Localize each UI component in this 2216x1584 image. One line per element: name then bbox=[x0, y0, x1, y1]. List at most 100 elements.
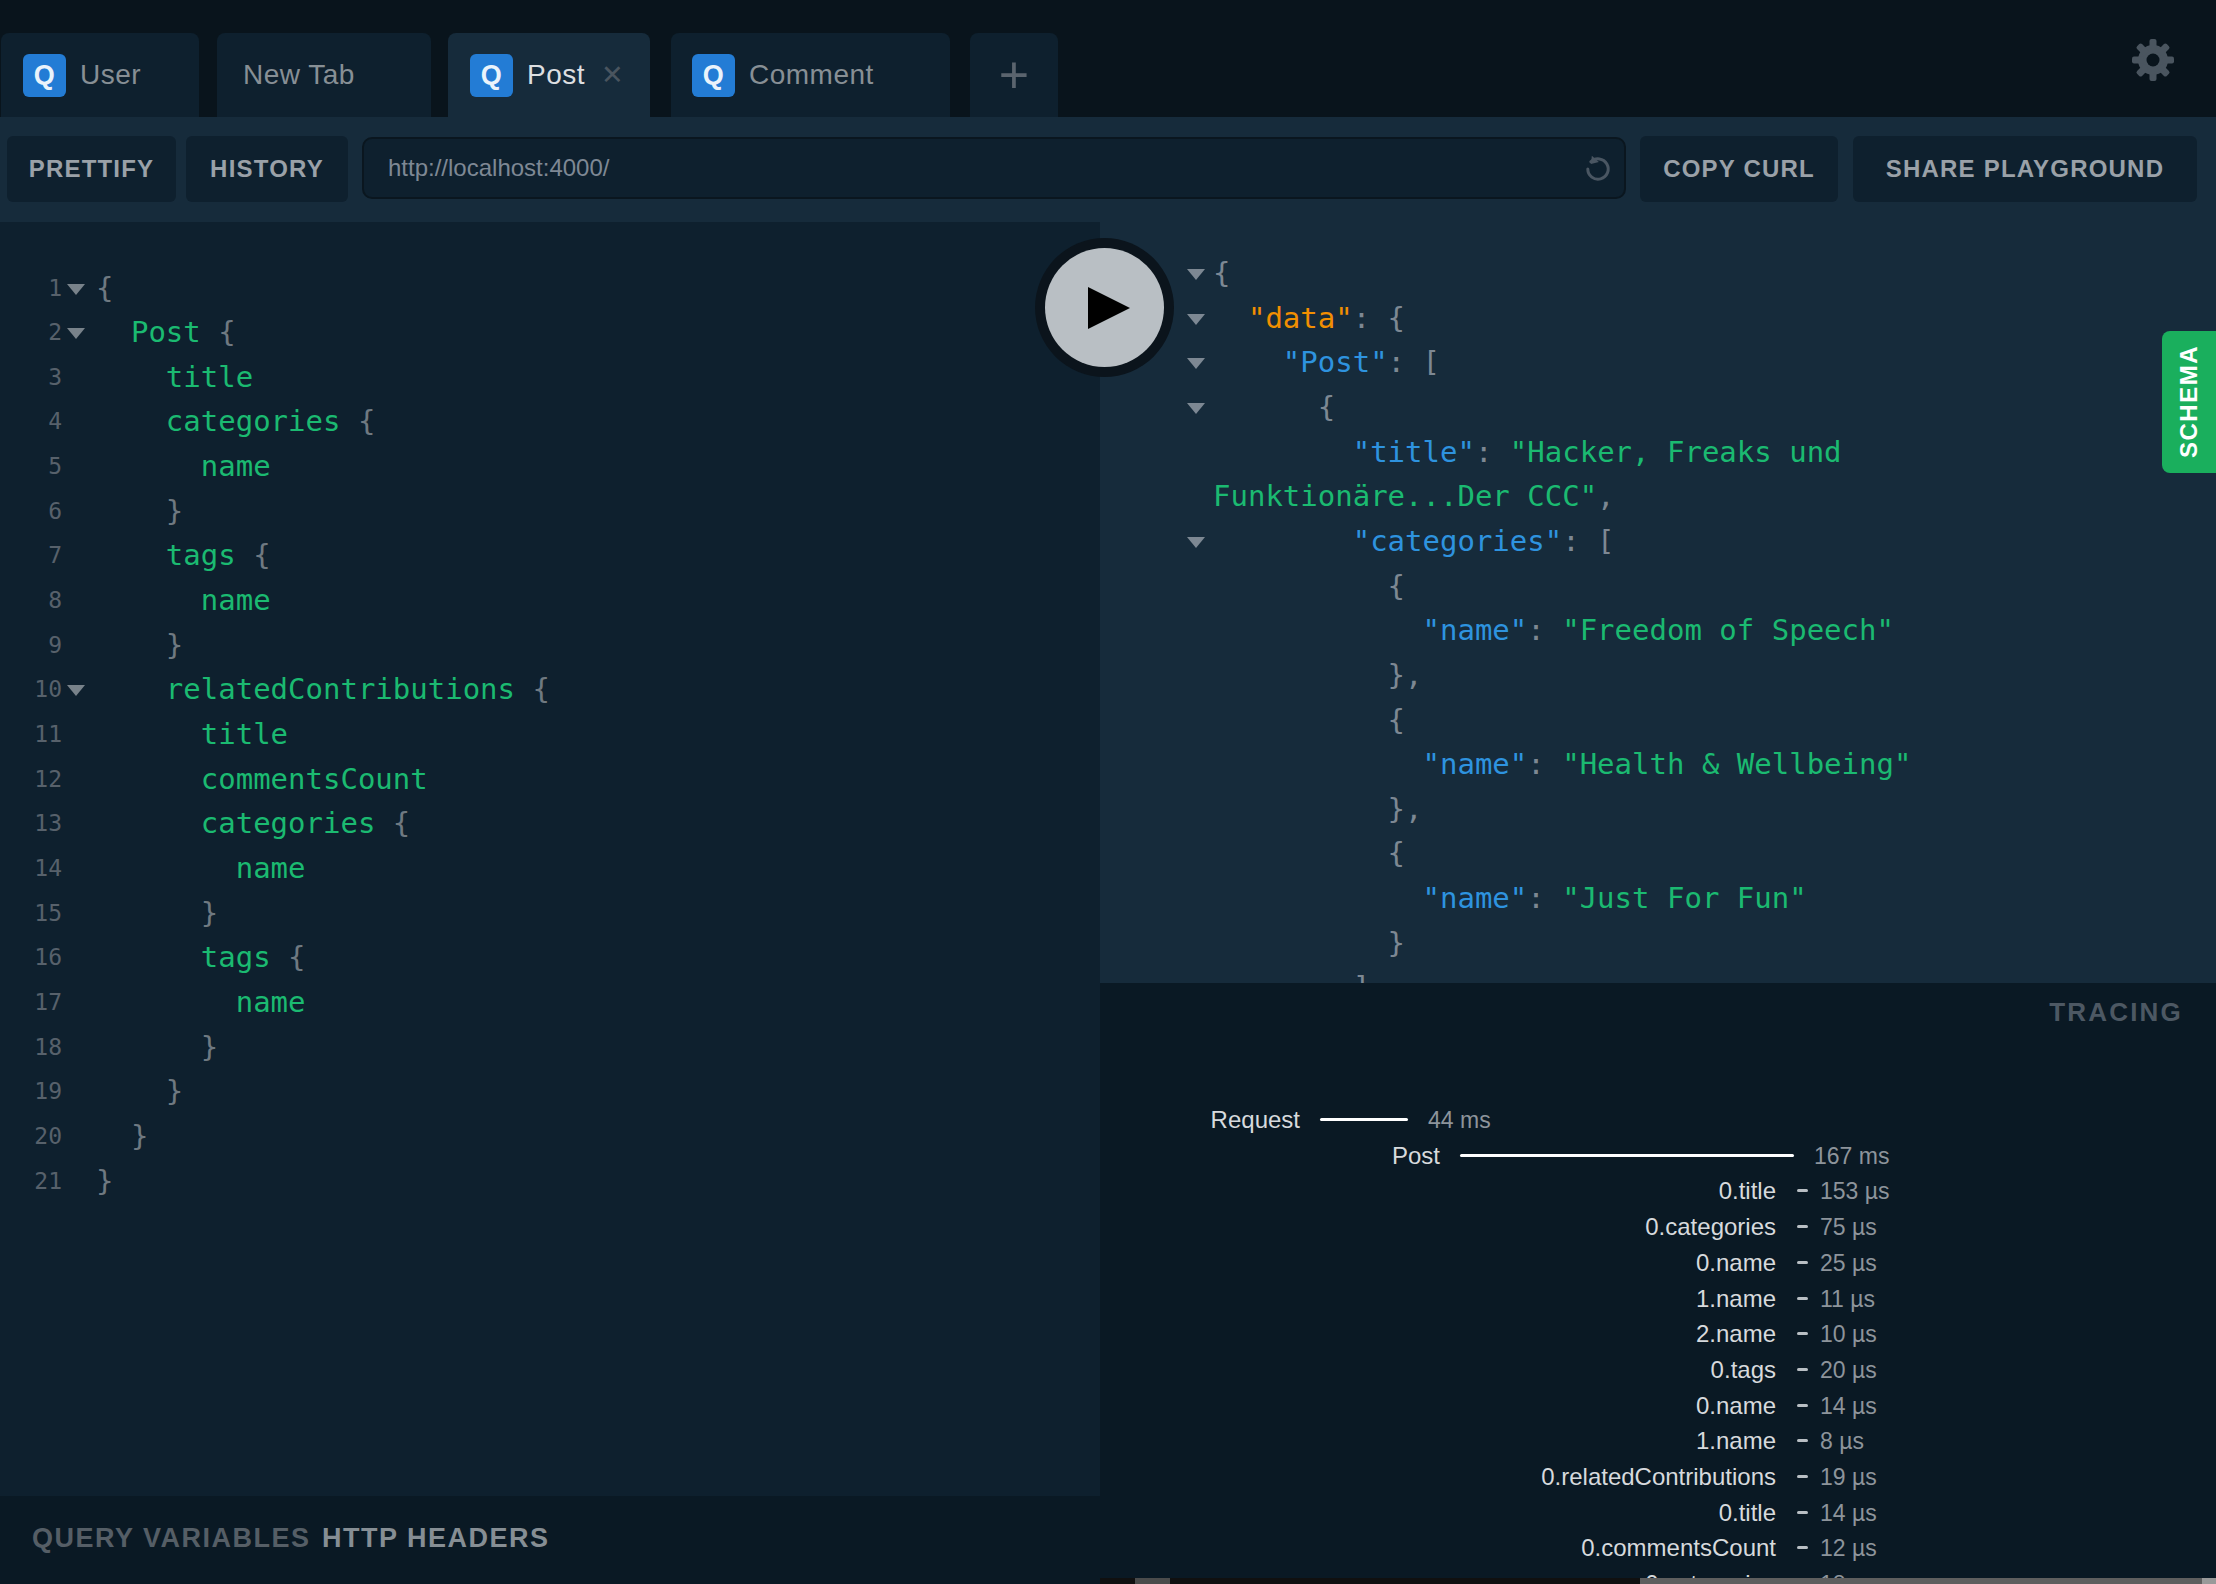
tracing-bar bbox=[1320, 1118, 1408, 1121]
fold-arrow-icon[interactable] bbox=[1187, 269, 1205, 280]
copy-curl-button[interactable]: COPY CURL bbox=[1640, 136, 1838, 202]
code-text: }, bbox=[1213, 787, 1423, 832]
tab-comment[interactable]: QComment bbox=[671, 33, 950, 117]
query-line-1: 1{ bbox=[0, 266, 1100, 311]
line-number: 20 bbox=[0, 1114, 62, 1159]
code-text: name bbox=[96, 980, 306, 1025]
tab-new-tab[interactable]: New Tab bbox=[217, 33, 431, 117]
response-line: "title": "Hacker, Freaks und bbox=[1100, 430, 2216, 475]
fold-arrow-icon[interactable] bbox=[67, 685, 85, 696]
fold-arrow-icon[interactable] bbox=[67, 284, 85, 295]
line-number: 4 bbox=[0, 399, 62, 444]
query-line-4: 4 categories { bbox=[0, 399, 1100, 444]
code-text: } bbox=[96, 1114, 148, 1159]
query-line-13: 13 categories { bbox=[0, 801, 1100, 846]
query-editor[interactable]: 1{2 Post {3 title4 categories {5 name6 }… bbox=[0, 222, 1100, 1496]
tracing-row: 0.name25 µs bbox=[1100, 1245, 2216, 1281]
tracing-duration: 44 ms bbox=[1428, 1102, 1491, 1138]
tracing-tick bbox=[1797, 1404, 1808, 1407]
tracing-label: 2.name bbox=[1696, 1316, 1776, 1352]
tracing-duration: 19 µs bbox=[1820, 1459, 1877, 1495]
query-line-15: 15 } bbox=[0, 891, 1100, 936]
response-line: }, bbox=[1100, 787, 2216, 832]
code-text: { bbox=[1213, 698, 1405, 743]
code-text: }, bbox=[1213, 653, 1423, 698]
tracing-row: 0.name 14 µs bbox=[1100, 1388, 2216, 1424]
tracing-row: 0.relatedContributions 19 µs bbox=[1100, 1459, 2216, 1495]
response-line: Funktionäre...Der CCC", bbox=[1100, 474, 2216, 519]
query-badge: Q bbox=[23, 54, 66, 97]
tracing-label: 0.name bbox=[1696, 1388, 1776, 1424]
endpoint-url-input[interactable]: http://localhost:4000/ bbox=[362, 137, 1626, 199]
toolbar: PRETTIFY HISTORY http://localhost:4000/ … bbox=[0, 117, 2216, 222]
horizontal-scrollbar[interactable] bbox=[1100, 1578, 2216, 1584]
tracing-title: TRACING bbox=[2049, 997, 2183, 1028]
tracing-tick bbox=[1797, 1225, 1808, 1228]
response-line: { bbox=[1100, 564, 2216, 609]
close-tab-icon[interactable]: ✕ bbox=[601, 59, 624, 91]
tracing-row: 1.name11 µs bbox=[1100, 1281, 2216, 1317]
tracing-label: 0.relatedContributions bbox=[1541, 1459, 1776, 1495]
response-line: { bbox=[1100, 831, 2216, 876]
tracing-label: 0.title bbox=[1719, 1173, 1776, 1209]
response-line: ] bbox=[1100, 965, 2216, 983]
query-variables-tab[interactable]: QUERY VARIABLES bbox=[32, 1523, 311, 1554]
code-text: Post { bbox=[96, 310, 236, 355]
reload-icon[interactable] bbox=[1580, 151, 1616, 187]
line-number: 11 bbox=[0, 712, 62, 757]
line-number: 5 bbox=[0, 444, 62, 489]
query-line-11: 11 title bbox=[0, 712, 1100, 757]
response-line: "name": "Health & Wellbeing" bbox=[1100, 742, 2216, 787]
query-line-20: 20 } bbox=[0, 1114, 1100, 1159]
tracing-label: 0.commentsCount bbox=[1581, 1530, 1776, 1566]
fold-arrow-icon[interactable] bbox=[67, 328, 85, 339]
response-line: }, bbox=[1100, 653, 2216, 698]
http-headers-tab[interactable]: HTTP HEADERS bbox=[322, 1523, 550, 1554]
line-number: 8 bbox=[0, 578, 62, 623]
fold-arrow-icon[interactable] bbox=[1187, 358, 1205, 369]
execute-button[interactable] bbox=[1035, 238, 1174, 377]
tracing-duration: 14 µs bbox=[1820, 1388, 1877, 1424]
code-text: "title": "Hacker, Freaks und bbox=[1213, 430, 1842, 475]
response-line: "Post": [ bbox=[1100, 340, 2216, 385]
query-line-8: 8 name bbox=[0, 578, 1100, 623]
response-line: "data": { bbox=[1100, 296, 2216, 341]
code-text: name bbox=[96, 444, 271, 489]
code-text: } bbox=[1213, 921, 1405, 966]
schema-tab[interactable]: SCHEMA bbox=[2162, 331, 2216, 473]
new-tab-button[interactable]: + bbox=[970, 33, 1058, 117]
fold-arrow-icon[interactable] bbox=[1187, 537, 1205, 548]
query-line-16: 16 tags { bbox=[0, 935, 1100, 980]
tracing-row: 0.title 153 µs bbox=[1100, 1173, 2216, 1209]
line-number: 9 bbox=[0, 623, 62, 668]
code-text: } bbox=[96, 623, 183, 668]
scrollbar-thumb[interactable] bbox=[1640, 1578, 2202, 1584]
tracing-duration: 153 µs bbox=[1820, 1173, 1890, 1209]
response-line: } bbox=[1100, 921, 2216, 966]
line-number: 12 bbox=[0, 757, 62, 802]
response-line: { bbox=[1100, 251, 2216, 296]
tracing-tick bbox=[1797, 1368, 1808, 1371]
tracing-row: 0.title14 µs bbox=[1100, 1495, 2216, 1531]
code-text: "Post": [ bbox=[1213, 340, 1440, 385]
tab-user[interactable]: QUser bbox=[1, 33, 199, 117]
tracing-row: 0.categories75 µs bbox=[1100, 1209, 2216, 1245]
settings-gear-icon[interactable] bbox=[2131, 38, 2175, 82]
query-line-5: 5 name bbox=[0, 444, 1100, 489]
tab-post[interactable]: QPost✕ bbox=[448, 33, 650, 117]
code-text: } bbox=[96, 1159, 113, 1204]
fold-arrow-icon[interactable] bbox=[1187, 403, 1205, 414]
fold-arrow-icon[interactable] bbox=[1187, 314, 1205, 325]
code-text: "categories": [ bbox=[1213, 519, 1615, 564]
graphql-playground: QUserNew TabQPost✕QComment + PRETTIFY HI… bbox=[0, 0, 2216, 1584]
code-text: name bbox=[96, 846, 306, 891]
tracing-duration: 11 µs bbox=[1820, 1281, 1875, 1317]
tracing-row: 2.name10 µs bbox=[1100, 1316, 2216, 1352]
query-line-19: 19 } bbox=[0, 1069, 1100, 1114]
tracing-label: 0.title bbox=[1719, 1495, 1776, 1531]
history-button[interactable]: HISTORY bbox=[186, 136, 348, 202]
prettify-button[interactable]: PRETTIFY bbox=[7, 136, 176, 202]
tracing-bar bbox=[1460, 1154, 1794, 1157]
share-playground-button[interactable]: SHARE PLAYGROUND bbox=[1853, 136, 2197, 202]
code-text: relatedContributions { bbox=[96, 667, 550, 712]
